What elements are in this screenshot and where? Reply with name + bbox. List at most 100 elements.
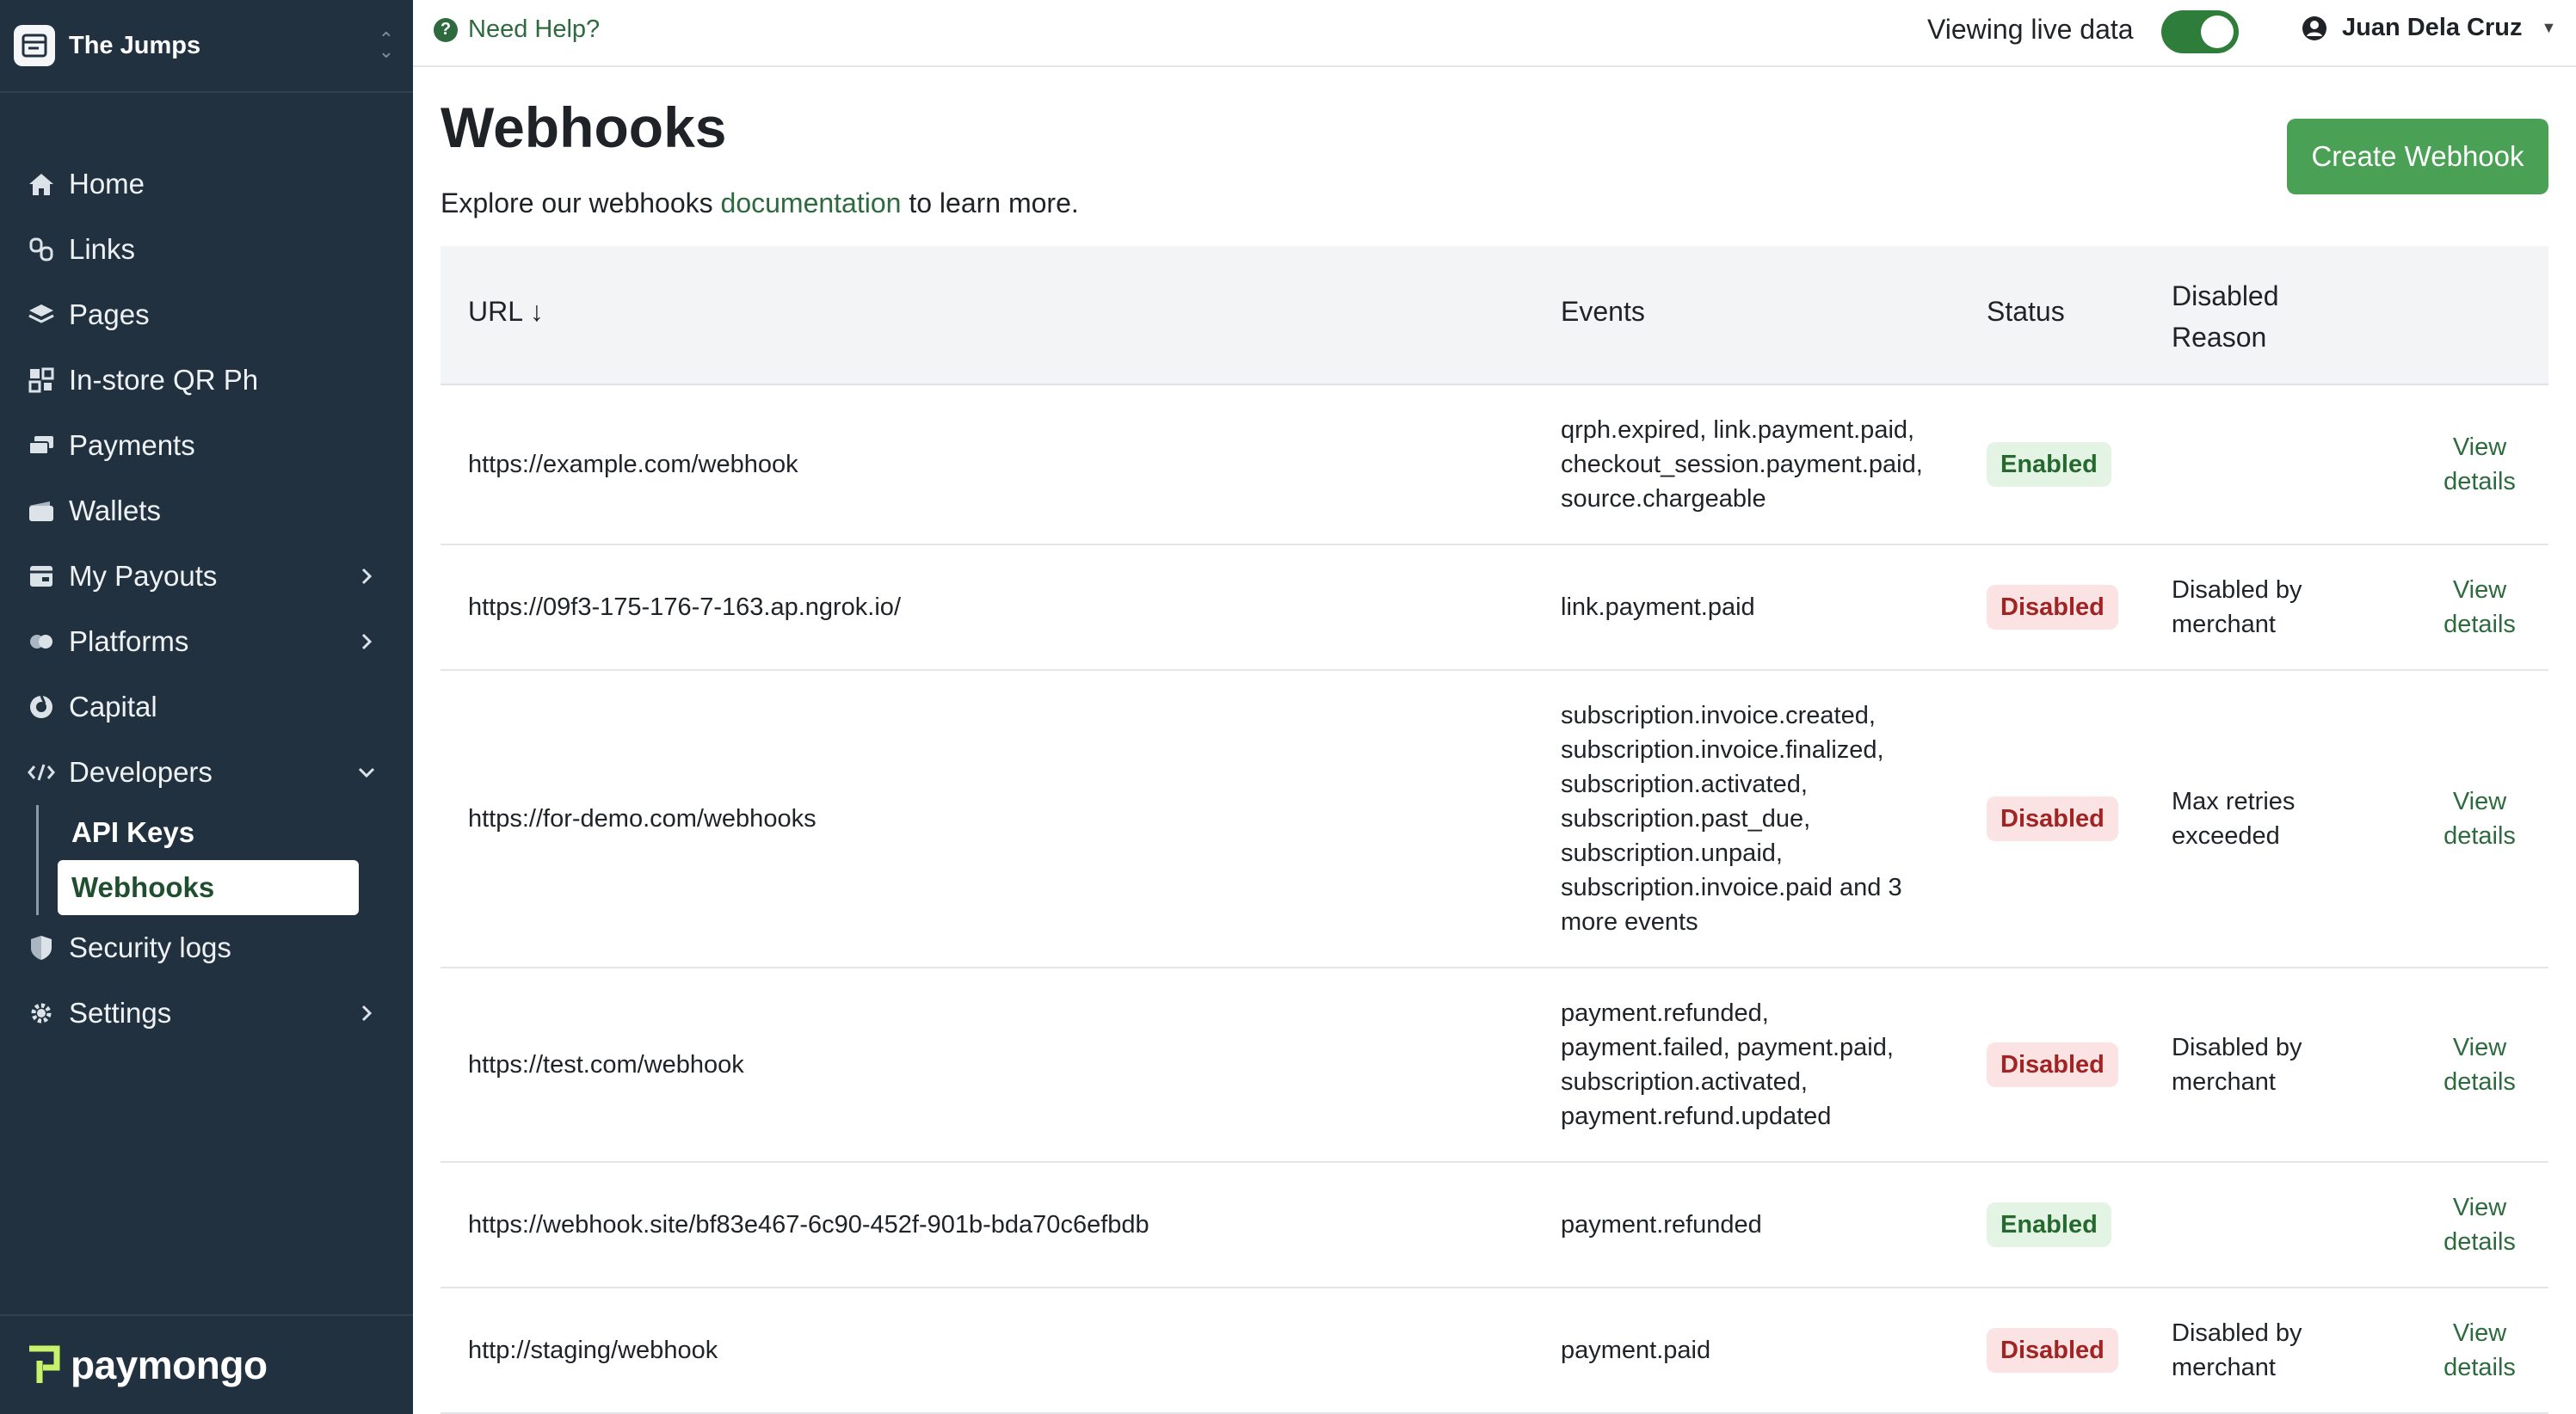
- documentation-link[interactable]: documentation: [721, 188, 902, 218]
- reason-line: merchant: [2172, 611, 2276, 638]
- link-text: details: [2444, 1068, 2516, 1096]
- event-line: subscription.invoice.paid and 3: [1561, 874, 1902, 901]
- status-badge: Disabled: [1987, 1328, 2118, 1373]
- webhook-status: Enabled: [1987, 1163, 2159, 1287]
- sidebar-item-label: Capital: [69, 691, 157, 722]
- sidebar-item-links[interactable]: Links: [0, 217, 413, 282]
- disabled-reason: Disabled by merchant: [2172, 1288, 2344, 1412]
- reason-line: merchant: [2172, 1354, 2276, 1381]
- event-line: subscription.unpaid,: [1561, 839, 1783, 867]
- sidebar-item-payments[interactable]: Payments: [0, 413, 413, 478]
- link-text: details: [2444, 822, 2516, 850]
- sidebar-item-api-keys[interactable]: API Keys: [58, 805, 363, 860]
- link-text: details: [2444, 611, 2516, 638]
- table-row[interactable]: https://09f3-175-176-7-163.ap.ngrok.io/ …: [441, 545, 2548, 671]
- layers-icon: [26, 299, 57, 330]
- column-header-url[interactable]: URL ↓: [468, 296, 544, 328]
- event-line: subscription.invoice.finalized,: [1561, 736, 1884, 764]
- sidebar-item-pages[interactable]: Pages: [0, 282, 413, 347]
- create-webhook-button[interactable]: Create Webhook: [2287, 119, 2548, 194]
- view-details-link[interactable]: View details: [2419, 968, 2540, 1161]
- sidebar-item-developers[interactable]: Developers: [0, 740, 413, 805]
- sidebar-item-settings[interactable]: Settings: [0, 981, 413, 1046]
- sidebar-item-label: Platforms: [69, 625, 189, 657]
- view-details-link[interactable]: View details: [2419, 385, 2540, 544]
- view-details-link[interactable]: View details: [2419, 1163, 2540, 1287]
- disabled-reason: Disabled by merchant: [2172, 968, 2344, 1161]
- event-line: subscription.activated,: [1561, 771, 1808, 798]
- sidebar-item-label: API Keys: [71, 816, 195, 848]
- table-row[interactable]: https://example.com/webhook qrph.expired…: [441, 385, 2548, 545]
- code-icon: [26, 757, 57, 788]
- live-data-toggle[interactable]: [2161, 10, 2239, 53]
- webhook-status: Disabled: [1987, 671, 2159, 967]
- event-line: subscription.past_due,: [1561, 805, 1811, 833]
- need-help-link[interactable]: ? Need Help?: [434, 15, 600, 44]
- table-row[interactable]: https://for-demo.com/webhooks subscripti…: [441, 671, 2548, 968]
- webhook-events: subscription.invoice.created, subscripti…: [1561, 671, 1965, 967]
- link-text: View: [2452, 1034, 2507, 1061]
- sidebar-item-capital[interactable]: Capital: [0, 674, 413, 740]
- webhook-status: Disabled: [1987, 968, 2159, 1161]
- sidebar-item-label: Webhooks: [71, 871, 215, 903]
- event-line: payment.refunded,: [1561, 999, 1769, 1027]
- sidebar-item-platforms[interactable]: Platforms: [0, 609, 413, 674]
- paymongo-wordmark: paymongo: [71, 1343, 268, 1387]
- header-text: Disabled: [2172, 280, 2279, 311]
- link-text: details: [2444, 1228, 2516, 1256]
- sidebar-item-my-payouts[interactable]: My Payouts: [0, 544, 413, 609]
- subtitle-suffix: to learn more.: [901, 188, 1079, 218]
- capital-icon: [26, 692, 57, 722]
- sidebar-item-label: Wallets: [69, 495, 161, 526]
- shield-icon: [26, 932, 57, 963]
- reason-line: Disabled by: [2172, 1319, 2302, 1347]
- event-line: payment.refunded: [1561, 1211, 1762, 1239]
- link-text: details: [2444, 1354, 2516, 1381]
- event-line: qrph.expired, link.payment.paid,: [1561, 416, 1915, 444]
- webhook-events: payment.refunded: [1561, 1163, 1965, 1287]
- user-name: Juan Dela Cruz: [2342, 14, 2523, 41]
- event-line: source.chargeable: [1561, 485, 1766, 513]
- sidebar-item-security-logs[interactable]: Security logs: [0, 915, 413, 981]
- reason-line: Disabled by: [2172, 1034, 2302, 1061]
- event-line: link.payment.paid: [1561, 593, 1755, 621]
- link-text: View: [2452, 1194, 2507, 1221]
- column-header-events: Events: [1561, 296, 1645, 327]
- status-badge: Disabled: [1987, 585, 2118, 630]
- table-row[interactable]: https://webhook.site/bf83e467-6c90-452f-…: [441, 1163, 2548, 1288]
- webhook-status: Enabled: [1987, 385, 2159, 544]
- status-badge: Disabled: [1987, 796, 2118, 841]
- help-icon: ?: [434, 17, 458, 42]
- disabled-reason: [2172, 1163, 2344, 1287]
- link-text: View: [2452, 576, 2507, 604]
- workspace-switcher[interactable]: The Jumps ⌃ ⌄: [0, 0, 413, 93]
- paymongo-logo: paymongo: [0, 1314, 413, 1414]
- webhook-status: Disabled: [1987, 545, 2159, 669]
- disabled-reason: Max retries exceeded: [2172, 671, 2344, 967]
- gear-icon: [26, 998, 57, 1029]
- view-details-link[interactable]: View details: [2419, 671, 2540, 967]
- platforms-icon: [26, 626, 57, 657]
- sidebar-item-wallets[interactable]: Wallets: [0, 478, 413, 544]
- view-details-link[interactable]: View details: [2419, 545, 2540, 669]
- sidebar-item-home[interactable]: Home: [0, 151, 413, 217]
- page-title: Webhooks: [441, 95, 727, 159]
- sidebar-item-label: Home: [69, 168, 145, 200]
- sidebar-item-webhooks[interactable]: Webhooks: [58, 860, 359, 915]
- webhook-url: https://for-demo.com/webhooks: [468, 805, 817, 833]
- table-row[interactable]: http://staging/webhook payment.paid Disa…: [441, 1288, 2548, 1414]
- chevron-right-icon: [353, 999, 380, 1027]
- sidebar-item-label: Settings: [69, 997, 172, 1029]
- event-line: checkout_session.payment.paid,: [1561, 451, 1923, 478]
- need-help-label: Need Help?: [468, 15, 601, 43]
- sidebar-item-label: Payments: [69, 429, 195, 461]
- disabled-reason: [2172, 385, 2344, 544]
- user-menu[interactable]: Juan Dela Cruz ▼: [2301, 14, 2556, 42]
- store-icon: [14, 25, 55, 66]
- webhook-url: https://test.com/webhook: [468, 1051, 744, 1079]
- sidebar-item-label: My Payouts: [69, 560, 218, 592]
- sidebar-item-instore-qr[interactable]: In-store QR Ph: [0, 347, 413, 413]
- view-details-link[interactable]: View details: [2419, 1288, 2540, 1412]
- webhook-url: https://09f3-175-176-7-163.ap.ngrok.io/: [468, 593, 901, 621]
- table-row[interactable]: https://test.com/webhook payment.refunde…: [441, 968, 2548, 1163]
